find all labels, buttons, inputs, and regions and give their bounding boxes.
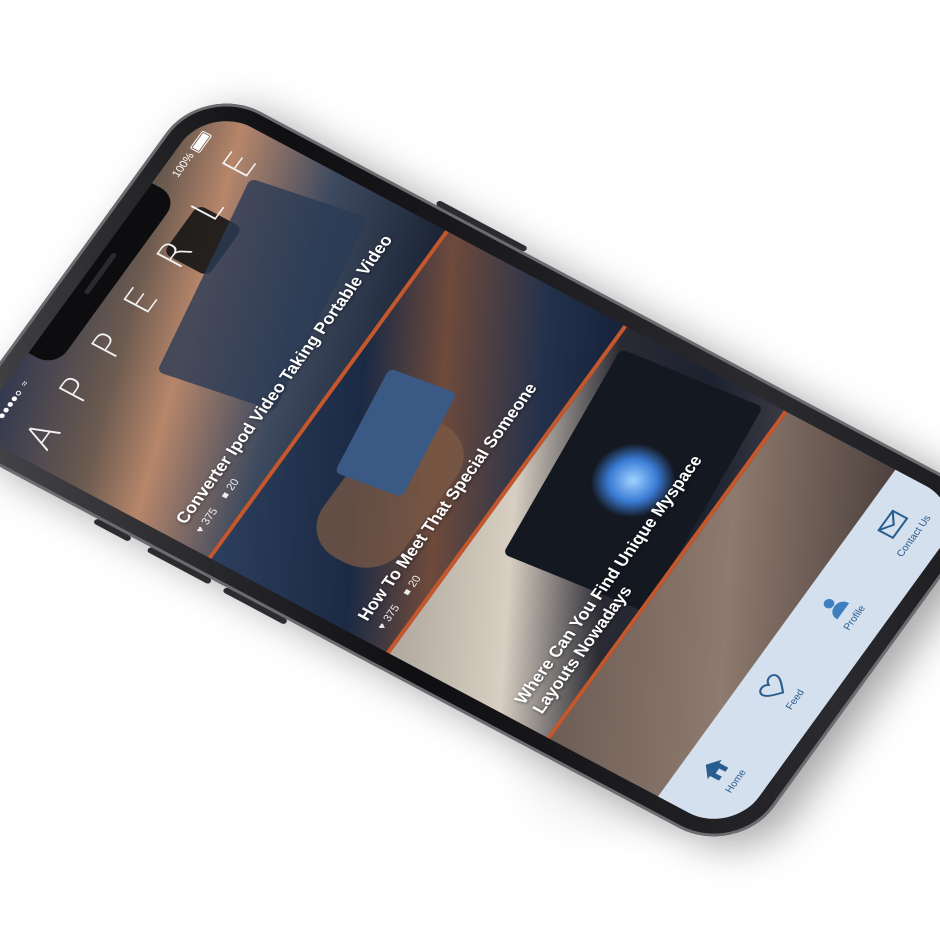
comment-icon: ■ xyxy=(218,490,232,501)
stage: ≈ 100% A P P E R L E Converter Ipod Vide… xyxy=(0,0,940,940)
comment-icon: ■ xyxy=(400,587,414,598)
heart-icon: ♥ xyxy=(375,621,389,632)
comment-count-value: 20 xyxy=(405,573,424,590)
comment-count-value: 20 xyxy=(224,476,242,493)
wifi-icon: ≈ xyxy=(18,378,32,389)
battery-icon xyxy=(189,130,212,154)
heart-icon: ♥ xyxy=(193,524,208,535)
signal-dot xyxy=(6,400,14,408)
battery-percentage: 100% xyxy=(169,150,198,180)
signal-dot xyxy=(1,406,10,414)
tab-label: Feed xyxy=(783,687,807,712)
signal-dot xyxy=(0,412,6,419)
signal-dot xyxy=(10,395,18,402)
signal-dot xyxy=(14,389,22,397)
